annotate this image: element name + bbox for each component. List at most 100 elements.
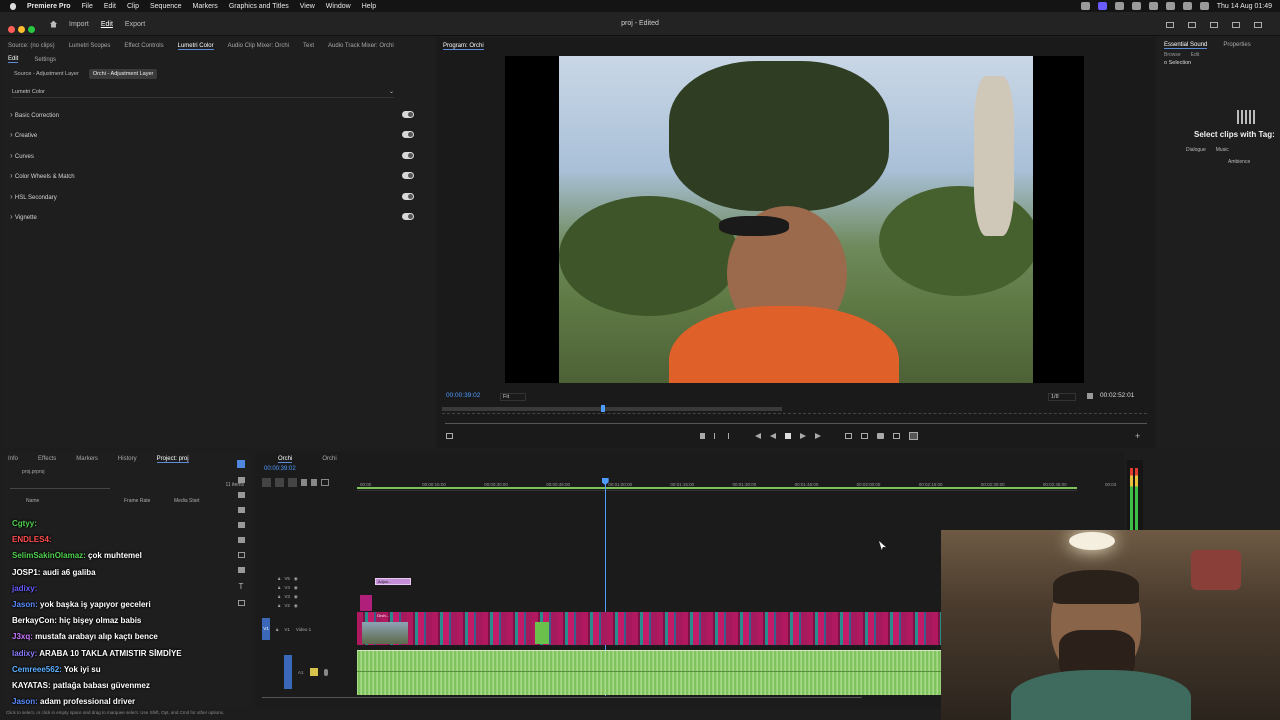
mark-in-icon[interactable] (714, 433, 717, 439)
volume-icon[interactable] (1148, 2, 1158, 10)
tab-text[interactable]: Text (303, 43, 314, 49)
program-scrub-bar[interactable] (442, 404, 1147, 414)
tab-source[interactable]: Source: (no clips) (8, 43, 55, 49)
fullscreen-icon[interactable] (1254, 22, 1262, 28)
tab-properties[interactable]: Properties (1223, 42, 1250, 48)
tab-lumetri-scopes[interactable]: Lumetri Scopes (69, 43, 111, 49)
section-vignette[interactable]: Vignette (2, 207, 434, 228)
wrench-icon[interactable] (1087, 393, 1093, 399)
adjustment-layer-clip[interactable]: Adjus... (375, 578, 411, 585)
zoom-scrollbar[interactable] (445, 423, 1147, 426)
section-hsl-secondary[interactable]: HSL Secondary (2, 186, 434, 207)
bluetooth-icon[interactable] (1165, 2, 1175, 10)
status-icon[interactable] (1131, 2, 1141, 10)
home-icon[interactable] (50, 20, 57, 28)
tab-info[interactable]: Info (8, 456, 18, 462)
menubar-clock[interactable]: Thu 14 Aug 01:49 (1217, 3, 1272, 10)
apple-icon[interactable] (10, 2, 16, 10)
mic-icon[interactable] (323, 668, 328, 676)
vr-icon[interactable] (909, 432, 918, 440)
program-video-frame[interactable] (505, 56, 1084, 383)
tag-music[interactable]: Music (1216, 147, 1229, 153)
stop-icon[interactable] (785, 433, 791, 439)
wrench-icon[interactable] (311, 479, 317, 486)
search-icon[interactable] (1199, 2, 1209, 10)
tag-ambience[interactable]: Ambience (1228, 159, 1280, 165)
tab-effects[interactable]: Effects (38, 456, 56, 462)
tab-export[interactable]: Export (125, 21, 145, 28)
linked-selection-icon[interactable] (288, 478, 297, 487)
menu-help[interactable]: Help (362, 3, 376, 10)
add-marker-icon[interactable] (301, 479, 307, 486)
timeline-scrollbar[interactable] (262, 697, 862, 701)
column-name[interactable]: Name (26, 498, 124, 504)
tab-effect-controls[interactable]: Effect Controls (124, 43, 163, 49)
eye-icon[interactable]: ◉ (294, 576, 298, 585)
track-select-tool-icon[interactable] (237, 477, 245, 483)
razor-tool-icon[interactable] (237, 507, 245, 513)
step-back-icon[interactable] (770, 433, 776, 439)
section-color-wheels[interactable]: Color Wheels & Match (2, 166, 434, 187)
quick-export-icon[interactable] (1188, 22, 1196, 28)
lock-icon[interactable]: 🔒︎ (276, 627, 278, 632)
solo-button[interactable] (309, 668, 318, 676)
menu-clip[interactable]: Clip (127, 3, 139, 10)
add-button-icon[interactable]: + (1135, 431, 1140, 441)
lock-icon[interactable]: 🔒︎ (278, 594, 280, 603)
tab-sequence-orchi[interactable]: Orchi (278, 456, 293, 463)
wifi-icon[interactable] (1182, 2, 1192, 10)
track-target-v1[interactable]: V1 (262, 618, 270, 640)
fit-select[interactable]: Fit (500, 393, 527, 401)
toggle-switch[interactable] (402, 192, 414, 200)
timeline-timecode[interactable]: 00:00:39:02 (264, 466, 296, 472)
toggle-switch[interactable] (402, 131, 414, 139)
tab-markers[interactable]: Markers (76, 456, 98, 462)
menu-file[interactable]: File (82, 3, 93, 10)
tab-es-edit[interactable]: Edit (1191, 52, 1200, 58)
column-media-start[interactable]: Media Start (174, 498, 200, 504)
track-target-a1[interactable] (284, 655, 292, 689)
project-search-input[interactable] (10, 481, 110, 489)
tab-audio-track-mixer[interactable]: Audio Track Mixer: Orchi (328, 43, 394, 49)
toggle-switch[interactable] (402, 213, 414, 221)
menu-edit[interactable]: Edit (104, 3, 116, 10)
video-clips-v1[interactable]: Orch... (357, 612, 941, 645)
tag-dialogue[interactable]: Dialogue (1186, 147, 1206, 153)
v2-clips[interactable] (360, 595, 372, 611)
toggle-switch[interactable] (402, 151, 414, 159)
tab-sequence-orchi-2[interactable]: Orchi (322, 456, 336, 462)
zoom-window-button[interactable] (28, 26, 35, 33)
toggle-switch[interactable] (402, 172, 414, 180)
step-forward-icon[interactable] (800, 433, 806, 439)
tab-project[interactable]: Project: proj (156, 456, 189, 463)
target-chip[interactable]: Orchi - Adjustment Layer (88, 69, 158, 79)
tab-lumetri-color[interactable]: Lumetri Color (177, 43, 214, 50)
program-playhead[interactable] (601, 405, 606, 412)
settings-icon[interactable] (446, 433, 453, 439)
effect-select[interactable]: Lumetri Color ⌄ (12, 86, 394, 98)
section-creative[interactable]: Creative (2, 125, 434, 146)
tab-program[interactable]: Program: Orchi (443, 43, 484, 50)
subtab-edit[interactable]: Edit (8, 56, 19, 63)
status-icon[interactable] (1114, 2, 1124, 10)
lock-icon[interactable]: 🔒︎ (278, 585, 280, 594)
tab-audio-clip-mixer[interactable]: Audio Clip Mixer: Orchi (228, 43, 289, 49)
work-area-bar[interactable] (357, 487, 1077, 489)
lock-icon[interactable]: 🔒︎ (278, 603, 280, 612)
lift-icon[interactable] (845, 433, 852, 439)
close-window-button[interactable] (8, 26, 15, 33)
timeline-ruler[interactable] (357, 476, 1077, 491)
section-basic-correction[interactable]: Basic Correction (2, 104, 434, 125)
eye-icon[interactable]: ◉ (294, 585, 298, 594)
tab-history[interactable]: History (118, 456, 137, 462)
subtab-settings[interactable]: Settings (34, 57, 56, 63)
minimize-window-button[interactable] (18, 26, 25, 33)
status-icon[interactable] (1080, 2, 1090, 10)
menu-markers[interactable]: Markers (193, 3, 218, 10)
eye-icon[interactable]: ◉ (294, 603, 298, 612)
program-timecode[interactable]: 00:00:39:02 (446, 392, 480, 399)
menu-window[interactable]: Window (326, 3, 351, 10)
extract-icon[interactable] (861, 433, 868, 439)
search-icon[interactable] (1232, 22, 1240, 28)
section-curves[interactable]: Curves (2, 145, 434, 166)
